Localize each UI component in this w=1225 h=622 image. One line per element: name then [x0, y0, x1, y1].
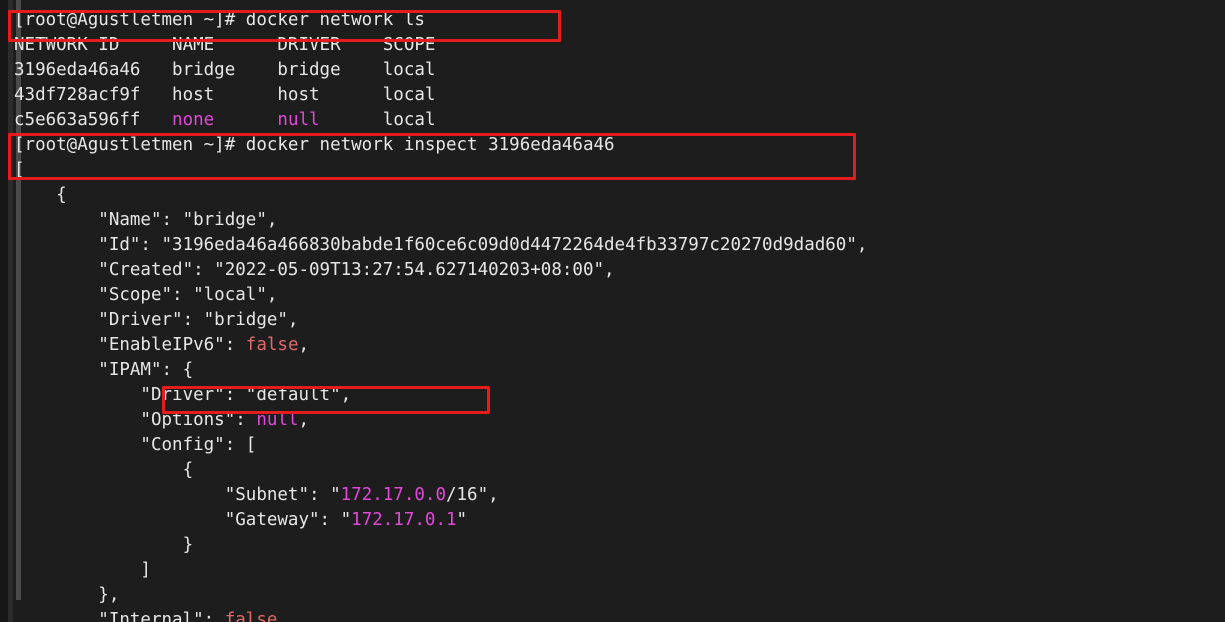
json-enableipv6-key: "EnableIPv6":: [14, 335, 246, 355]
json-field-options: "Options": null,: [13, 408, 1225, 433]
json-config-brace-close-text: }: [14, 535, 194, 555]
json-ipam-close: },: [13, 583, 1225, 608]
json-field-ipam-open: "IPAM": {: [13, 358, 1225, 383]
json-config-brace-open: {: [13, 458, 1225, 483]
json-enableipv6-value: false: [245, 335, 299, 355]
json-field-internal: "Internal": false,: [13, 608, 1225, 622]
command-line-docker-network-inspect: [root@Agustletmen ~]# docker network ins…: [13, 133, 1225, 158]
terminal-output-area[interactable]: [root@Agustletmen ~]# docker network ls …: [13, 0, 1225, 622]
network-table-header-text: NETWORK ID NAME DRIVER SCOPE: [14, 35, 436, 55]
command-line-docker-network-ls: [root@Agustletmen ~]# docker network ls: [13, 8, 1225, 33]
terminal-window[interactable]: [root@Agustletmen ~]# docker network ls …: [0, 0, 1225, 622]
json-gateway-value: 172.17.0.1: [351, 510, 457, 530]
json-field-scope: "Scope": "local",: [13, 283, 1225, 308]
network-row-none-gap1: [214, 110, 277, 130]
network-row-bridge: 3196eda46a46 bridge bridge local: [14, 60, 436, 80]
json-gateway-key: "Gateway": ": [14, 510, 352, 530]
network-row-none-name: none: [172, 110, 215, 130]
json-options-key: "Options":: [14, 410, 257, 430]
network-row-host: 43df728acf9f host host local: [14, 85, 436, 105]
prompt-inspect-text: [root@Agustletmen ~]# docker network ins…: [14, 135, 615, 155]
json-id-text: "Id": "3196eda46a466830babde1f60ce6c09d0…: [14, 235, 868, 255]
terminal-left-gutter: [0, 0, 8, 622]
network-row-none-gap2: [320, 110, 383, 130]
json-config-close: ]: [13, 558, 1225, 583]
table-row: 43df728acf9f host host local: [13, 83, 1225, 108]
json-options-value: null: [256, 410, 299, 430]
json-bracket-open: [: [14, 160, 25, 180]
network-table-header: NETWORK ID NAME DRIVER SCOPE: [13, 33, 1225, 58]
json-driver-text: "Driver": "bridge",: [14, 310, 299, 330]
table-row: 3196eda46a46 bridge bridge local: [13, 58, 1225, 83]
json-subnet-value: 172.17.0.0: [340, 485, 446, 505]
json-internal-key: "Internal":: [14, 610, 225, 622]
json-field-gateway: "Gateway": "172.17.0.1": [13, 508, 1225, 533]
json-name-text: "Name": "bridge",: [14, 210, 278, 230]
json-internal-value: false: [224, 610, 278, 622]
json-config-close-text: ]: [14, 560, 151, 580]
json-config-brace-close: }: [13, 533, 1225, 558]
json-field-name: "Name": "bridge",: [13, 208, 1225, 233]
table-row: c5e663a596ff none null local: [13, 108, 1225, 133]
json-field-config-open: "Config": [: [13, 433, 1225, 458]
json-enableipv6-comma: ,: [298, 335, 310, 355]
json-scope-text: "Scope": "local",: [14, 285, 278, 305]
network-row-none-scope: local: [382, 110, 436, 130]
json-subnet-suffix: /16",: [445, 485, 499, 505]
json-array-open: [: [13, 158, 1225, 183]
prompt-ls-text: [root@Agustletmen ~]# docker network ls: [14, 10, 425, 30]
json-internal-comma: ,: [277, 610, 288, 622]
json-field-subnet: "Subnet": "172.17.0.0/16",: [13, 483, 1225, 508]
json-config-open-text: "Config": [: [14, 435, 257, 455]
json-brace-open: {: [14, 185, 67, 205]
json-ipam-close-text: },: [14, 585, 120, 605]
json-field-enableipv6: "EnableIPv6": false,: [13, 333, 1225, 358]
json-subnet-key: "Subnet": ": [14, 485, 341, 505]
json-field-driver: "Driver": "bridge",: [13, 308, 1225, 333]
json-field-created: "Created": "2022-05-09T13:27:54.62714020…: [13, 258, 1225, 283]
json-config-brace-open-text: {: [14, 460, 194, 480]
network-row-none-id: c5e663a596ff: [14, 110, 173, 130]
json-created-text: "Created": "2022-05-09T13:27:54.62714020…: [14, 260, 615, 280]
json-ipam-open-text: "IPAM": {: [14, 360, 194, 380]
json-gateway-suffix: ": [456, 510, 468, 530]
json-object-open: {: [13, 183, 1225, 208]
json-ipam-driver-text: "Driver": "default",: [14, 385, 352, 405]
json-field-id: "Id": "3196eda46a466830babde1f60ce6c09d0…: [13, 233, 1225, 258]
json-field-ipam-driver: "Driver": "default",: [13, 383, 1225, 408]
json-options-comma: ,: [298, 410, 310, 430]
network-row-none-driver: null: [277, 110, 320, 130]
